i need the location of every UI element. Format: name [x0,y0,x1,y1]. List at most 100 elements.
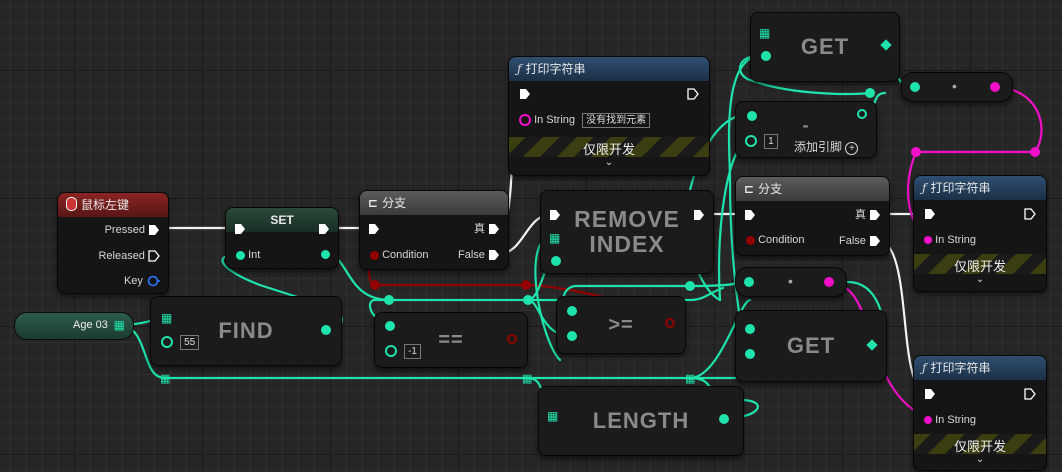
reroute-knot[interactable] [521,280,531,290]
pressed-pin[interactable]: Pressed [105,223,160,237]
int-pin-icon[interactable] [745,349,755,359]
exec-out-icon[interactable] [687,88,699,100]
array-pin-icon[interactable]: ▦ [114,318,125,332]
equals-b-pin[interactable]: -1 [385,344,421,359]
int-pin-icon[interactable] [745,109,759,123]
subtract-literal[interactable]: 1 [764,134,778,149]
convert-node-top[interactable]: • [901,72,1013,102]
in-string-value[interactable]: 没有找到元素 [582,113,651,128]
exec-out-icon[interactable] [318,223,330,235]
function-icon: ƒ [922,361,927,375]
subtract-b-pin[interactable]: 1 [745,134,778,149]
bool-output-pin[interactable] [665,318,675,328]
exec-out-icon[interactable] [1024,388,1036,400]
print-string-node-2[interactable]: ƒ 打印字符串 In String 仅限开发 ⌄ [913,175,1047,292]
remove-index-node[interactable]: REMOVE INDEX ▦ [540,190,714,274]
reroute-knot[interactable]: ▦ [160,372,170,385]
expand-icon[interactable]: ⌄ [509,157,709,168]
find-node[interactable]: FIND ▦ 55 [150,296,342,366]
set-node[interactable]: SET Int [225,207,339,269]
int-pin-icon[interactable] [551,256,561,266]
false-pin[interactable]: False [839,234,881,248]
gte-node[interactable]: >= [556,296,686,354]
equals-node[interactable]: == -1 [374,312,528,368]
reroute-knot[interactable] [865,88,875,98]
exec-in-icon[interactable] [368,223,380,235]
subtract-node[interactable]: - 1 添加引脚 + [735,101,877,158]
find-literal[interactable]: 55 [180,335,200,350]
event-header[interactable]: 鼠标左键 [58,193,168,217]
event-title: 鼠标左键 [81,198,130,212]
reroute-knot[interactable] [384,295,394,305]
length-node[interactable]: LENGTH ▦ [538,386,744,456]
in-string-pin[interactable]: In String 没有找到元素 [519,113,651,128]
false-pin[interactable]: False [458,248,500,262]
exec-out-icon [489,224,499,235]
reroute-knot[interactable]: ▦ [685,372,695,385]
int-output-pin[interactable] [321,250,330,259]
int-pin-icon[interactable] [910,82,920,92]
int-pin-icon[interactable] [745,324,755,334]
int-input-pin[interactable]: Int [236,248,260,262]
condition-pin[interactable]: Condition [370,248,429,262]
int-output-pin[interactable] [321,325,331,335]
reroute-knot[interactable] [1030,147,1040,157]
exec-out-icon[interactable] [693,209,705,221]
get-node-top[interactable]: GET ▦ [750,12,900,82]
int-output-pin[interactable] [857,109,867,119]
print-string-node-1[interactable]: ƒ 打印字符串 In String 没有找到元素 仅限开发 ⌄ [508,56,710,176]
mouse-event-node[interactable]: 鼠标左键 Pressed Released Key [57,192,169,294]
print-header[interactable]: ƒ 打印字符串 [509,57,709,81]
reroute-knot[interactable] [370,280,380,290]
branch-header[interactable]: ⊏ 分支 [360,191,508,215]
reroute-knot[interactable] [523,295,533,305]
branch-node-2[interactable]: ⊏ 分支 Condition 真 False [735,176,890,256]
int-pin-icon[interactable] [761,51,771,61]
exec-in-icon[interactable] [744,209,756,221]
int-output-pin[interactable] [719,414,729,424]
condition-pin[interactable]: Condition [746,233,805,247]
exec-in-icon[interactable] [519,88,531,100]
print-string-node-3[interactable]: ƒ 打印字符串 In String 仅限开发 ⌄ [913,355,1047,471]
exec-out-icon[interactable] [1024,208,1036,220]
branch-header[interactable]: ⊏ 分支 [736,177,889,201]
convert-node-mid[interactable]: • [735,267,847,297]
string-output-pin[interactable] [824,277,834,287]
exec-in-icon[interactable] [549,209,561,221]
reroute-knot[interactable] [685,281,695,291]
bool-output-pin[interactable] [507,334,517,344]
int-pin-icon[interactable] [567,331,577,341]
exec-in-icon[interactable] [234,223,246,235]
add-pin-button[interactable]: 添加引脚 + [794,140,859,155]
expand-icon[interactable]: ⌄ [914,454,1046,465]
true-pin[interactable]: 真 [855,208,881,222]
print-header[interactable]: ƒ 打印字符串 [914,356,1046,380]
int-pin-icon[interactable] [567,306,577,316]
string-output-pin[interactable] [990,82,1000,92]
function-icon: ƒ [922,181,927,195]
array-pin-icon[interactable]: ▦ [547,409,558,423]
int-pin-icon[interactable] [744,277,754,287]
equals-literal[interactable]: -1 [404,344,421,359]
exec-in-icon[interactable] [924,388,936,400]
print-header[interactable]: ƒ 打印字符串 [914,176,1046,200]
int-pin-icon[interactable] [385,321,395,331]
reroute-knot[interactable] [911,147,921,157]
array-pin-icon[interactable]: ▦ [161,311,172,325]
in-string-pin[interactable]: In String [924,233,976,247]
released-pin[interactable]: Released [98,249,160,263]
in-string-pin[interactable]: In String [924,413,976,427]
find-item-pin[interactable]: 55 [161,335,200,350]
exec-in-icon[interactable] [924,208,936,220]
get-node-bottom[interactable]: GET [735,310,887,382]
array-pin-icon[interactable]: ▦ [759,26,770,40]
branch-node-1[interactable]: ⊏ 分支 Condition 真 False [359,190,509,270]
key-pin[interactable]: Key [124,274,160,288]
true-pin[interactable]: 真 [474,222,500,236]
exec-out-icon [870,236,880,247]
expand-icon[interactable]: ⌄ [914,274,1046,285]
reroute-knot[interactable]: ▦ [522,372,532,385]
age-variable-node[interactable]: Age 03 ▦ [14,312,134,340]
array-pin-icon[interactable]: ▦ [549,231,560,245]
add-icon: + [845,142,859,155]
